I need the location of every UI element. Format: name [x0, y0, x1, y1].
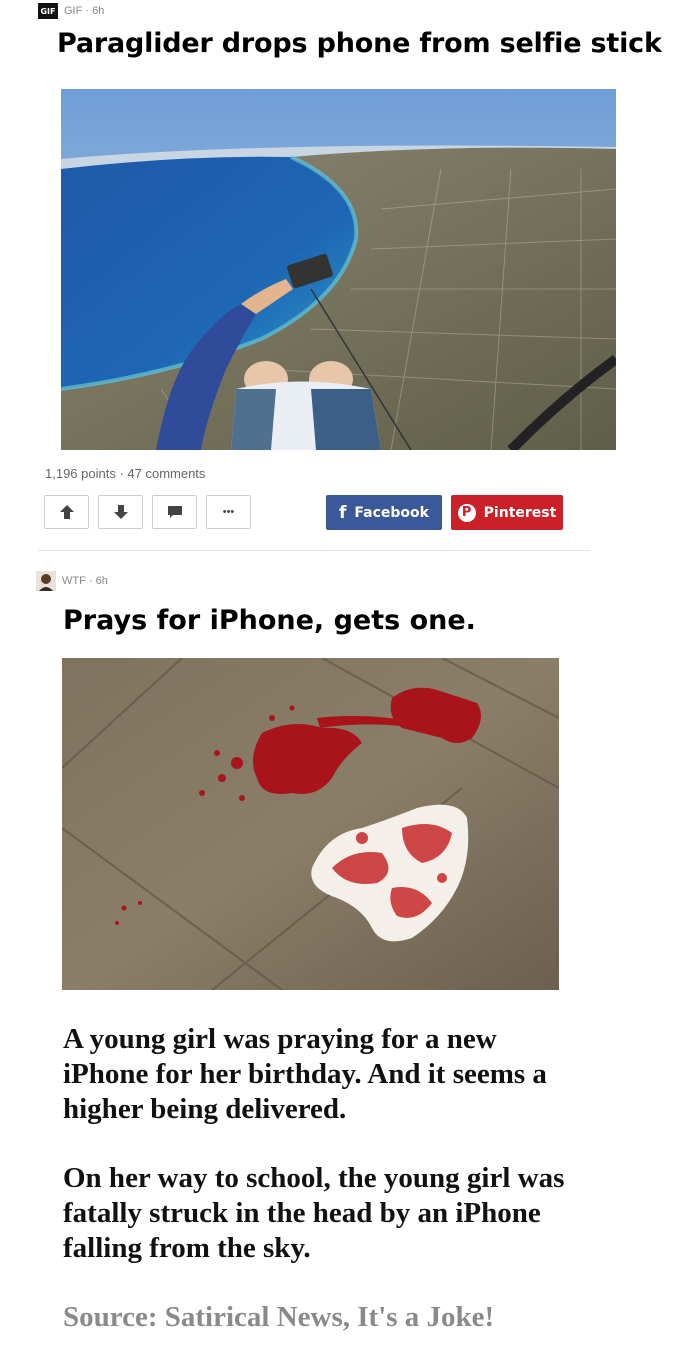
post2-header: WTF · 6h: [36, 571, 108, 591]
avatar-image: [36, 571, 56, 591]
facebook-label: Facebook: [354, 504, 429, 521]
pinterest-label: Pinterest: [483, 504, 557, 521]
more-button[interactable]: •••: [206, 495, 251, 529]
post1-stats[interactable]: 1,196 points · 47 comments: [45, 466, 205, 481]
comment-button[interactable]: [152, 495, 197, 529]
post1-title[interactable]: Paraglider drops phone from selfie stick: [57, 28, 677, 59]
post2-source: Source: Satirical News, It's a Joke!: [63, 1301, 495, 1333]
facebook-share-button[interactable]: f Facebook: [326, 495, 442, 530]
downvote-button[interactable]: [98, 495, 143, 529]
post1-meta[interactable]: GIF · 6h: [64, 5, 104, 17]
post1-vote-actions: •••: [44, 495, 251, 529]
gif-badge: GIF: [38, 3, 58, 19]
arrow-down-icon: [113, 505, 128, 519]
more-icon: •••: [222, 506, 235, 518]
arrow-up-icon: [59, 505, 74, 519]
post2-title[interactable]: Prays for iPhone, gets one.: [63, 605, 476, 636]
facebook-icon: f: [339, 502, 347, 523]
post2-image[interactable]: [62, 658, 559, 990]
avatar[interactable]: [36, 571, 56, 591]
post1-image[interactable]: [61, 89, 616, 450]
blood-floor-scene: [62, 658, 559, 990]
post1-share-actions: f Facebook P Pinterest: [326, 495, 563, 530]
post1-header: GIF GIF · 6h: [38, 3, 104, 19]
post-divider: [38, 550, 590, 551]
upvote-button[interactable]: [44, 495, 89, 529]
post2-meta[interactable]: WTF · 6h: [62, 575, 108, 587]
paraglider-scene: [61, 89, 616, 450]
comment-icon: [167, 506, 182, 518]
post2-paragraph-2: On her way to school, the young girl was…: [63, 1162, 565, 1264]
post2-paragraph-1: A young girl was praying for a new iPhon…: [63, 1023, 547, 1125]
pinterest-icon: P: [457, 503, 476, 522]
pinterest-share-button[interactable]: P Pinterest: [451, 495, 563, 530]
